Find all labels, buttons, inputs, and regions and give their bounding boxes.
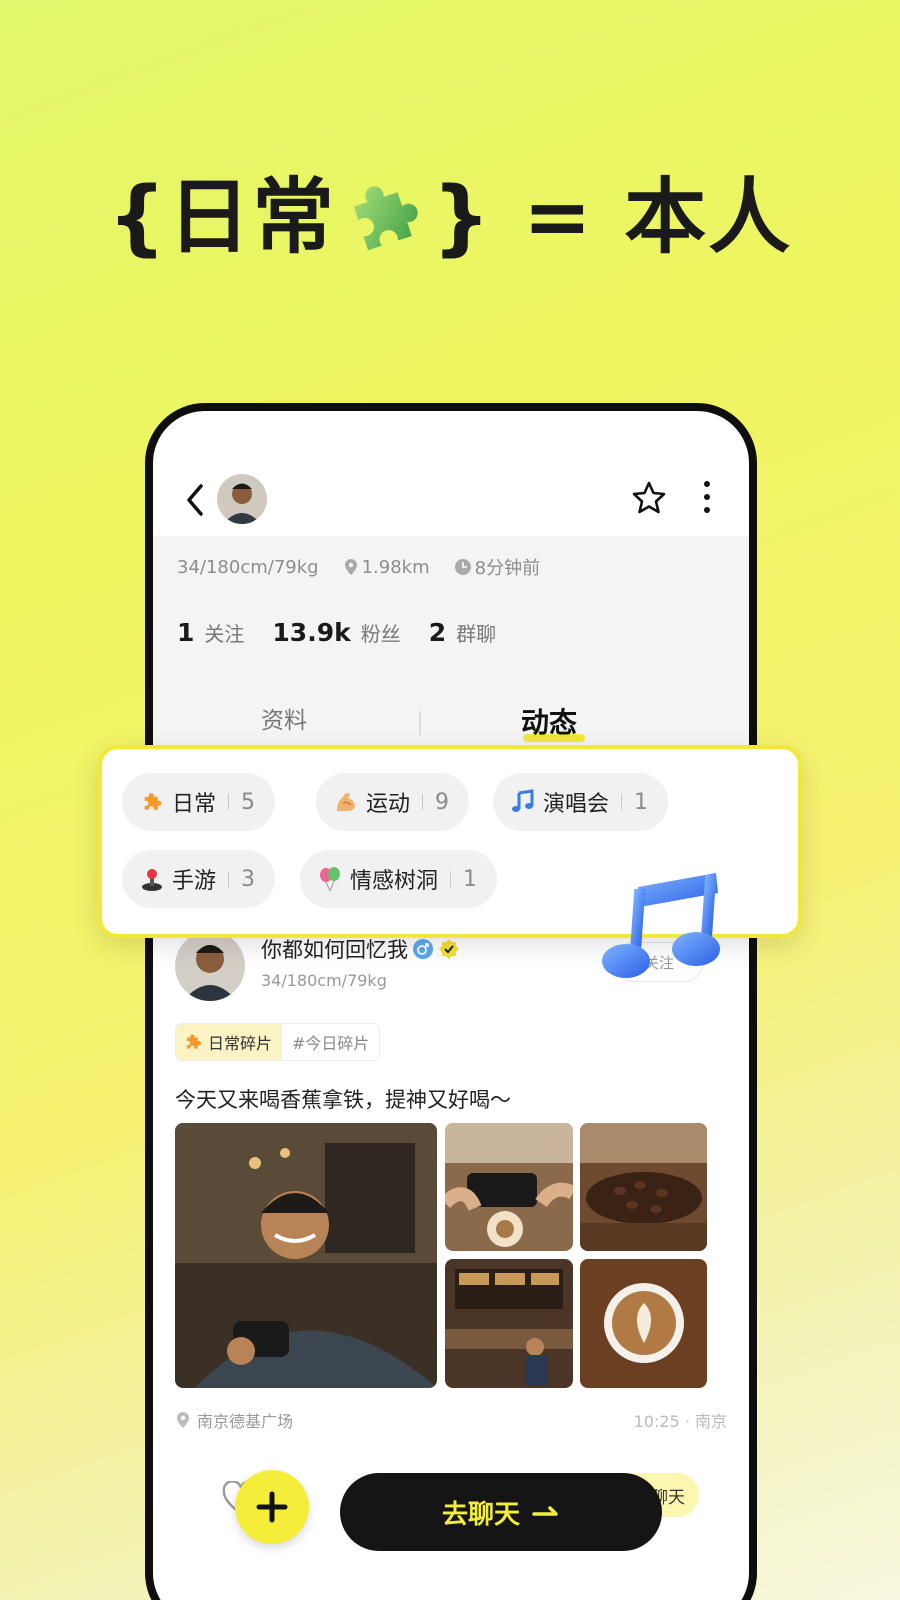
category-count: 1 <box>463 866 478 892</box>
photo-phone-latte[interactable] <box>445 1123 573 1251</box>
following-label[interactable]: 关注 <box>204 618 244 647</box>
category-count: 9 <box>435 789 450 815</box>
muscle-icon <box>332 788 360 816</box>
headline: {日常 } = 本人 <box>0 150 900 269</box>
go-chat-button[interactable]: 去聊天 <box>340 1473 662 1551</box>
puzzle-icon <box>353 185 418 250</box>
post-author[interactable]: 你都如何回忆我 <box>261 934 460 964</box>
category-chip-concert[interactable]: 演唱会 1 <box>493 773 669 831</box>
tab-divider <box>419 711 421 735</box>
post-location[interactable]: 南京德基广场 <box>175 1408 293 1432</box>
balloon-icon <box>316 865 344 893</box>
category-divider <box>450 871 452 887</box>
photo-man-with-coffee[interactable] <box>175 1123 437 1388</box>
add-button[interactable] <box>235 1470 309 1544</box>
puzzle-icon <box>186 1034 201 1049</box>
avatar[interactable] <box>217 474 267 524</box>
go-chat-label: 去聊天 <box>441 1499 520 1530</box>
category-label: 手游 <box>172 869 217 894</box>
tag-main-label: 日常碎片 <box>208 1034 273 1053</box>
category-label: 日常 <box>172 792 217 817</box>
headline-suffix: } = 本人 <box>432 170 793 265</box>
distance: 1.98km <box>361 556 430 578</box>
followers-label[interactable]: 粉丝 <box>361 618 401 647</box>
post-time: 10:25 · 南京 <box>633 1412 727 1431</box>
category-label: 运动 <box>366 792 411 817</box>
post-avatar[interactable] <box>175 931 245 1001</box>
verified-badge-icon <box>439 939 459 959</box>
groupchat-label[interactable]: 群聊 <box>456 618 496 647</box>
category-divider <box>621 794 623 810</box>
category-chip-sport[interactable]: 运动 9 <box>316 773 470 831</box>
location-pin-icon <box>344 559 357 575</box>
stats-row: 1 关注 13.9k 粉丝 2 群聊 <box>177 618 524 647</box>
following-count[interactable]: 1 <box>177 618 194 647</box>
post-tags[interactable]: 日常碎片 #今日碎片 <box>175 1023 381 1061</box>
photo-latte-art[interactable] <box>580 1259 707 1388</box>
clock-icon <box>454 559 471 575</box>
photo-cafe-interior[interactable] <box>445 1259 573 1388</box>
post-author-info: 34/180cm/79kg <box>261 971 387 990</box>
photo-coffee-beans[interactable] <box>580 1123 707 1251</box>
location-pin-icon <box>177 1412 189 1428</box>
post-location-label: 南京德基广场 <box>197 1412 294 1431</box>
tab-profile[interactable]: 资料 <box>261 701 307 735</box>
puzzle-icon <box>138 788 166 816</box>
tag-today-fragment[interactable]: #今日碎片 <box>282 1024 380 1060</box>
body-info: 34/180cm/79kg <box>177 556 319 578</box>
meta-row: 34/180cm/79kg 1.98km 8分钟前 <box>177 554 540 580</box>
male-badge-icon <box>413 939 433 959</box>
last-active: 8分钟前 <box>474 558 541 579</box>
category-count: 5 <box>241 789 256 815</box>
category-chip-emotion-hollow[interactable]: 情感树洞 1 <box>300 850 498 908</box>
category-label: 演唱会 <box>543 792 610 817</box>
category-divider <box>228 794 230 810</box>
music-note-icon <box>602 873 720 978</box>
joystick-icon <box>138 865 166 893</box>
top-bar <box>153 466 749 536</box>
tag-daily-fragment[interactable]: 日常碎片 <box>176 1024 283 1060</box>
plus-icon <box>256 1491 288 1523</box>
category-count: 3 <box>241 866 256 892</box>
category-chip-mobile-games[interactable]: 手游 3 <box>122 850 276 908</box>
followers-count[interactable]: 13.9k <box>272 618 350 647</box>
phone-frame: 34/180cm/79kg 1.98km 8分钟前 1 关注 13.9k 粉丝 … <box>145 403 757 1600</box>
groupchat-count[interactable]: 2 <box>429 618 446 647</box>
category-count: 1 <box>634 789 649 815</box>
music-note-icon <box>509 788 537 816</box>
back-icon[interactable] <box>181 480 209 520</box>
more-icon[interactable] <box>703 478 711 516</box>
category-chip-daily[interactable]: 日常 5 <box>122 773 276 831</box>
category-divider <box>228 871 230 887</box>
arrow-right-icon <box>532 1506 558 1516</box>
post-author-name: 你都如何回忆我 <box>261 938 408 962</box>
category-label: 情感树洞 <box>350 869 439 894</box>
photo-grid <box>175 1123 715 1388</box>
star-icon[interactable] <box>631 480 667 516</box>
category-divider <box>422 794 424 810</box>
tab-moments[interactable]: 动态 <box>521 701 577 741</box>
headline-prefix: {日常 <box>107 170 337 265</box>
post-text: 今天又来喝香蕉拿铁，提神又好喝～ <box>175 1088 511 1112</box>
